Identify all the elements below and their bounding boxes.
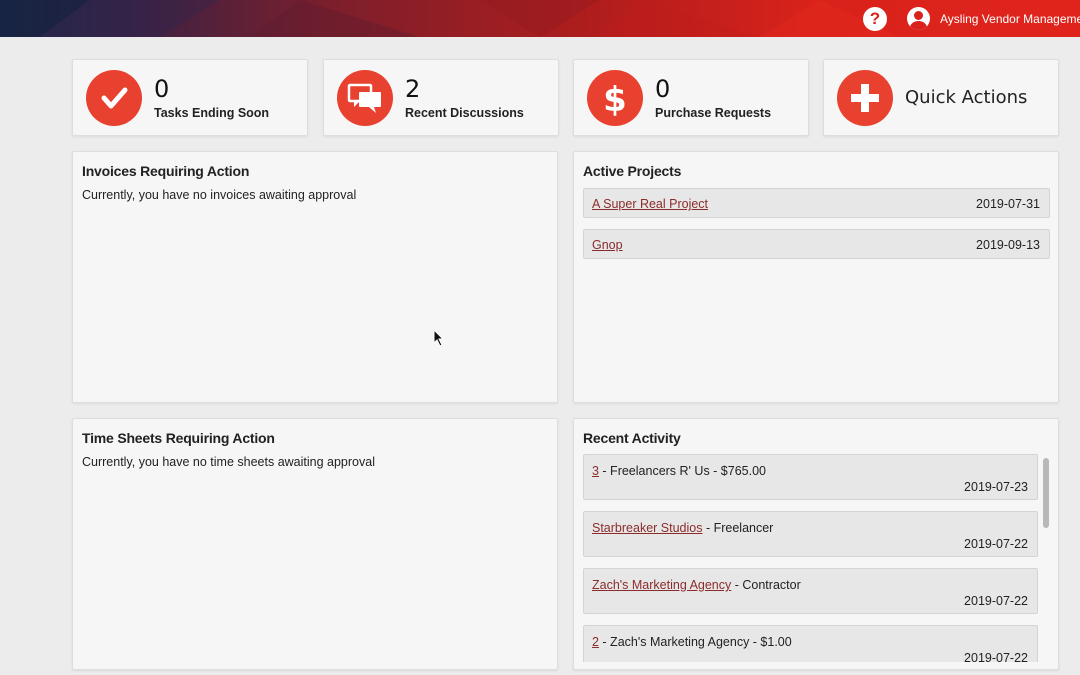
activity-item: 2 - Zach's Marketing Agency - $1.00 2019…	[583, 625, 1038, 662]
svg-text:$: $	[603, 80, 627, 117]
user-circle-icon[interactable]	[907, 7, 930, 30]
project-row: A Super Real Project 2019-07-31	[583, 188, 1050, 218]
activity-link[interactable]: Starbreaker Studios	[592, 521, 702, 535]
purchase-requests-card[interactable]: $ 0 Purchase Requests	[573, 59, 809, 136]
activity-link[interactable]: 3	[592, 464, 599, 478]
activity-item: 3 - Freelancers R' Us - $765.00 2019-07-…	[583, 454, 1038, 500]
empty-message: Currently, you have no time sheets await…	[82, 455, 375, 469]
project-row: Gnop 2019-09-13	[583, 229, 1050, 259]
stat-value: 0	[655, 74, 671, 103]
project-date: 2019-07-31	[976, 197, 1040, 211]
panel-title: Invoices Requiring Action	[82, 163, 250, 179]
panel-title: Active Projects	[583, 163, 682, 179]
project-link[interactable]: A Super Real Project	[592, 197, 708, 211]
activity-link[interactable]: 2	[592, 635, 599, 649]
recent-discussions-card[interactable]: 2 Recent Discussions	[323, 59, 559, 136]
chat-bubbles-icon	[337, 69, 393, 126]
time-sheets-panel: Time Sheets Requiring Action Currently, …	[72, 418, 558, 670]
stat-label: Purchase Requests	[655, 105, 772, 120]
activity-text: 2 - Zach's Marketing Agency - $1.00	[592, 635, 792, 649]
checkmark-icon	[86, 69, 142, 126]
project-link[interactable]: Gnop	[592, 238, 623, 252]
quick-actions-card[interactable]: Quick Actions	[823, 59, 1059, 136]
activity-text: Zach's Marketing Agency - Contractor	[592, 578, 801, 592]
question-circle-icon[interactable]: ?	[863, 6, 887, 31]
activity-detail: - Freelancers R' Us - $765.00	[598, 464, 766, 478]
stat-value: 2	[405, 74, 421, 103]
activity-text: 3 - Freelancers R' Us - $765.00	[592, 464, 766, 478]
stat-label: Recent Discussions	[405, 105, 524, 120]
activity-date: 2019-07-23	[964, 480, 1028, 494]
activity-item: Zach's Marketing Agency - Contractor 201…	[583, 568, 1038, 614]
activity-text: Starbreaker Studios - Freelancer	[592, 521, 773, 535]
user-menu-name[interactable]: Aysling Vendor Management	[940, 12, 1080, 26]
activity-scrollbar[interactable]	[1042, 454, 1050, 662]
tasks-ending-soon-card[interactable]: 0 Tasks Ending Soon	[72, 59, 308, 136]
stat-label: Tasks Ending Soon	[154, 105, 270, 120]
recent-activity-panel: Recent Activity 3 - Freelancers R' Us - …	[573, 418, 1059, 670]
activity-date: 2019-07-22	[964, 537, 1028, 551]
panel-title: Time Sheets Requiring Action	[82, 430, 275, 446]
activity-detail: - Zach's Marketing Agency - $1.00	[598, 635, 792, 649]
mouse-cursor-icon	[433, 329, 445, 347]
plus-icon	[837, 69, 893, 126]
header-actions: ? Aysling Vendor Management	[863, 0, 1080, 37]
invoices-panel: Invoices Requiring Action Currently, you…	[72, 151, 558, 403]
activity-link[interactable]: Zach's Marketing Agency	[592, 578, 731, 592]
activity-detail: - Contractor	[731, 578, 801, 592]
help-glyph: ?	[869, 8, 881, 28]
scrollbar-thumb[interactable]	[1043, 458, 1049, 528]
activity-detail: - Freelancer	[702, 521, 774, 535]
project-date: 2019-09-13	[976, 238, 1040, 252]
stat-value: 0	[154, 74, 170, 103]
active-projects-panel: Active Projects A Super Real Project 201…	[573, 151, 1059, 403]
activity-item: Starbreaker Studios - Freelancer 2019-07…	[583, 511, 1038, 557]
activity-date: 2019-07-22	[964, 594, 1028, 608]
activity-list[interactable]: 3 - Freelancers R' Us - $765.00 2019-07-…	[583, 454, 1050, 662]
dollar-icon: $	[587, 69, 643, 126]
activity-date: 2019-07-22	[964, 651, 1028, 662]
top-header-bar: ? Aysling Vendor Management	[0, 0, 1080, 37]
quick-actions-label: Quick Actions	[905, 87, 1028, 108]
empty-message: Currently, you have no invoices awaiting…	[82, 188, 357, 202]
panel-title: Recent Activity	[583, 430, 681, 446]
